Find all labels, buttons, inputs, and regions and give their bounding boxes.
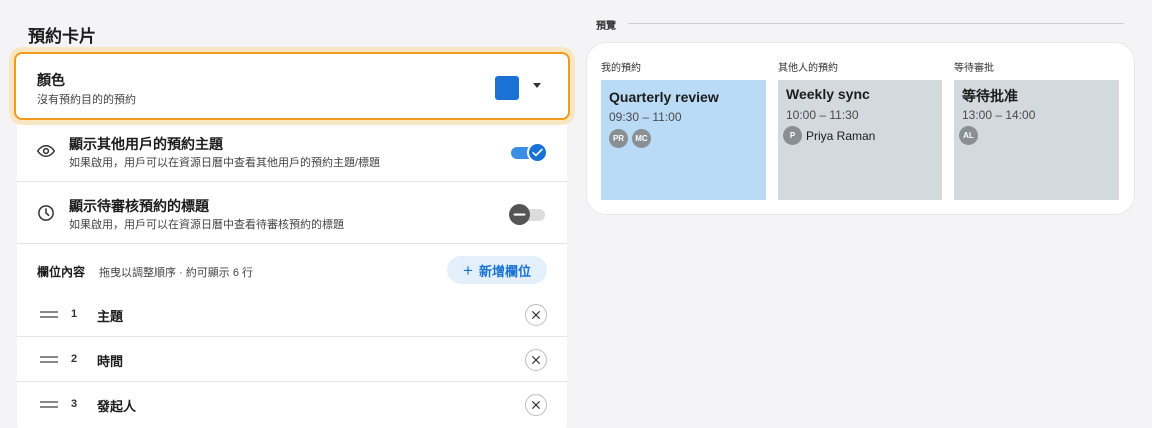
toggle-row-show-pending-titles: 顯示待審核預約的標題 如果啟用，用戶可以在資源日曆中查看待審核預約的標題 xyxy=(17,182,567,244)
close-icon xyxy=(532,401,540,409)
field-row[interactable]: 2 時間 xyxy=(17,337,567,382)
color-setting-subtitle: 沒有預約目的的預約 xyxy=(37,94,136,106)
field-name: 發起人 xyxy=(97,399,137,414)
avatar-name: Priya Raman xyxy=(806,129,876,143)
remove-field-button[interactable] xyxy=(525,349,547,371)
avatar: MC xyxy=(632,129,651,148)
add-field-label: 新增欄位 xyxy=(478,263,531,279)
add-field-button[interactable]: + 新增欄位 xyxy=(447,256,547,284)
drag-handle-icon[interactable] xyxy=(40,311,58,318)
plus-icon: + xyxy=(463,260,473,280)
toggle-description: 如果啟用，用戶可以在資源日曆中查看其他用戶的預約主題/標題 xyxy=(69,157,381,169)
remove-field-button[interactable] xyxy=(525,304,547,326)
booking-preview-pending: 等待批准 13:00 – 14:00 AL xyxy=(954,80,1119,200)
remove-field-button[interactable] xyxy=(525,394,547,416)
booking-time: 13:00 – 14:00 xyxy=(962,108,1036,122)
clock-icon xyxy=(38,205,54,221)
preview-column-heading: 等待審批 xyxy=(954,63,994,74)
switch-knob xyxy=(527,142,548,163)
page-title: 預約卡片 xyxy=(28,27,96,46)
booking-title: 等待批准 xyxy=(962,88,1018,104)
field-name: 時間 xyxy=(97,354,124,369)
booking-time: 10:00 – 11:30 xyxy=(786,108,859,122)
preview-divider xyxy=(628,23,1124,24)
chevron-down-icon[interactable] xyxy=(533,83,541,88)
toggle-title: 顯示其他用戶的預約主題 xyxy=(69,136,223,152)
booking-title: Quarterly review xyxy=(609,89,719,105)
close-icon xyxy=(532,311,540,319)
field-row[interactable]: 1 主題 xyxy=(17,292,567,337)
fields-header: 欄位內容 拖曳以調整順序 · 約可顯示 6 行 + 新增欄位 xyxy=(17,244,567,292)
toggle-title: 顯示待審核預約的標題 xyxy=(69,198,209,214)
booking-title: Weekly sync xyxy=(786,86,870,102)
avatar: AL xyxy=(959,126,978,145)
field-index: 2 xyxy=(71,353,78,365)
fields-label: 欄位內容 xyxy=(37,265,86,279)
field-index: 3 xyxy=(71,398,78,410)
field-index: 1 xyxy=(71,308,78,320)
preview-label: 預覽 xyxy=(596,21,616,32)
close-icon xyxy=(532,356,540,364)
booking-preview-mine: Quarterly review 09:30 – 11:00 PR MC xyxy=(601,80,766,200)
switch-knob xyxy=(509,204,530,225)
eye-icon xyxy=(37,144,55,158)
avatar: P xyxy=(783,126,802,145)
field-row[interactable]: 3 發起人 xyxy=(17,382,567,427)
field-name: 主題 xyxy=(97,309,124,324)
drag-handle-icon[interactable] xyxy=(40,356,58,363)
fields-hint: 拖曳以調整順序 · 約可顯示 6 行 xyxy=(99,267,254,279)
booking-time: 09:30 – 11:00 xyxy=(609,110,682,124)
check-icon xyxy=(532,148,543,157)
toggle-row-show-other-subjects: 顯示其他用戶的預約主題 如果啟用，用戶可以在資源日曆中查看其他用戶的預約主題/標… xyxy=(17,120,567,182)
minus-icon xyxy=(513,213,526,216)
show-other-subjects-switch[interactable] xyxy=(509,141,549,163)
color-setting-row[interactable]: 顏色 沒有預約目的的預約 xyxy=(14,52,570,120)
drag-handle-icon[interactable] xyxy=(40,401,58,408)
color-swatch[interactable] xyxy=(495,76,519,100)
preview-column-heading: 其他人的預約 xyxy=(778,63,838,74)
avatar: PR xyxy=(609,129,628,148)
preview-column-heading: 我的預約 xyxy=(601,63,641,74)
toggle-description: 如果啟用，用戶可以在資源日曆中查看待審核預約的標題 xyxy=(69,219,344,231)
color-setting-title: 顏色 xyxy=(37,72,65,88)
booking-preview-other: Weekly sync 10:00 – 11:30 P Priya Raman xyxy=(778,80,942,200)
show-pending-titles-switch[interactable] xyxy=(509,203,549,225)
